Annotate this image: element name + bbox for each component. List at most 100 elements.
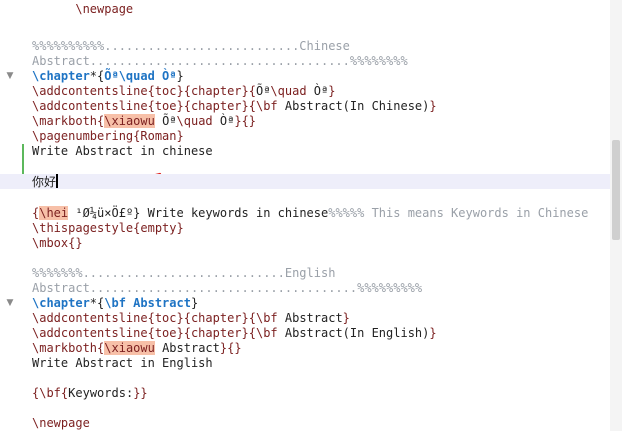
line-text: \newpage (32, 416, 90, 431)
code-token: } (176, 69, 184, 83)
code-token: %%%%% This means Keywords in Chinese (328, 206, 589, 220)
code-token: Òª (219, 114, 235, 128)
code-token: Abstract(In English) (284, 326, 430, 340)
code-token: \bf (255, 326, 285, 340)
current-line[interactable]: 你好 (0, 174, 610, 189)
code-token: \thispagestyle (32, 221, 134, 235)
code-line[interactable]: \mbox{} (0, 236, 610, 251)
line-text: {\hei ¹Ø¼ü×Ö£º} Write keywords in chines… (32, 206, 588, 221)
code-token: %%%%%%%............................Engli… (32, 266, 336, 280)
code-token: } (429, 99, 437, 113)
line-text: %%%%%%%............................Engli… (32, 266, 335, 281)
code-line[interactable]: ▼ \chapter*{\bf Abstract} (0, 296, 610, 311)
code-token: Abstract(In Chinese) (284, 99, 430, 113)
code-token: \quad (270, 84, 314, 98)
code-token: \chapter (32, 296, 90, 310)
code-token: {} (68, 236, 83, 250)
code-token: \mbox (32, 236, 69, 250)
code-line[interactable]: Write Abstract in English (0, 356, 610, 371)
code-token: Òª (313, 84, 329, 98)
code-token: Õª (255, 84, 271, 98)
code-token: {empty} (133, 221, 184, 235)
code-token: \newpage (32, 416, 90, 430)
line-text: \addcontentsline{toc}{chapter}{\bf Abstr… (32, 311, 350, 326)
code-token: } (342, 311, 350, 325)
text-cursor (56, 174, 59, 188)
code-token: \addcontentsline (32, 99, 148, 113)
code-token: } (429, 326, 437, 340)
code-token: {toc}{chapter}{ (147, 84, 256, 98)
line-text: \mbox{} (32, 236, 83, 251)
code-line[interactable]: Abstract................................… (0, 54, 610, 69)
code-token: \hei (39, 206, 69, 220)
code-line[interactable]: \thispagestyle{empty} (0, 221, 610, 236)
code-editor[interactable]: \newpage%%%%%%%%%%......................… (0, 0, 610, 431)
code-line[interactable]: {\hei ¹Ø¼ü×Ö£º} Write keywords in chines… (0, 206, 610, 221)
line-text: \addcontentsline{toe}{chapter}{\bf Abstr… (32, 99, 437, 114)
code-line[interactable]: \markboth{\xiaowu Õª\quad Òª}{} (0, 114, 610, 129)
fold-toggle-icon[interactable]: ▼ (4, 296, 16, 311)
code-line[interactable]: \newpage (0, 416, 610, 431)
code-token: Write Abstract in chinese (32, 144, 213, 158)
code-token: }{} (219, 341, 242, 355)
line-text: \pagenumbering{Roman} (32, 129, 184, 144)
line-text: \markboth{\xiaowu Õª\quad Òª}{} (32, 114, 256, 129)
line-text: {\bf{Keywords:}} (32, 386, 148, 401)
code-token: \bf (255, 99, 285, 113)
code-token: \pagenumbering (32, 129, 134, 143)
line-text: %%%%%%%%%%...........................Chi… (32, 39, 350, 54)
line-text: \addcontentsline{toe}{chapter}{\bf Abstr… (32, 326, 437, 341)
code-line[interactable]: {\bf{Keywords:}} (0, 386, 610, 401)
code-token: Abstract (284, 311, 343, 325)
code-token: *{ (89, 69, 105, 83)
code-token: \newpage (32, 2, 134, 16)
code-line[interactable]: %%%%%%%%%%...........................Chi… (0, 39, 610, 54)
code-token: Õª (154, 114, 177, 128)
fold-toggle-icon[interactable]: ▼ (4, 69, 16, 84)
line-text: \thispagestyle{empty} (32, 221, 184, 236)
code-line[interactable]: \markboth{\xiaowu Abstract}{} (0, 341, 610, 356)
code-token: Write Abstract in English (32, 356, 213, 370)
line-text: Abstract................................… (32, 54, 408, 69)
code-token: }} (133, 386, 148, 400)
code-token: \markboth (32, 341, 98, 355)
code-token: \chapter (32, 69, 90, 83)
code-token: \xiaowu (104, 114, 155, 128)
code-token: \bf Abstract (104, 296, 191, 310)
code-token: \addcontentsline (32, 84, 148, 98)
line-text: \markboth{\xiaowu Abstract}{} (32, 341, 242, 356)
line-text: \chapter*{Õª\quad Òª} (32, 69, 184, 84)
code-token: Abstract................................… (32, 281, 423, 295)
code-token: %%%%%%%%%%...........................Chi… (32, 39, 350, 53)
line-text: \chapter*{\bf Abstract} (32, 296, 198, 311)
code-token: \quad (176, 114, 220, 128)
line-text: 你好 (32, 174, 59, 190)
code-token: \addcontentsline (32, 326, 148, 340)
code-token: {toc}{chapter}{ (147, 311, 256, 325)
code-line[interactable]: %%%%%%%............................Engli… (0, 266, 610, 281)
vertical-scrollbar[interactable] (610, 0, 622, 431)
code-line[interactable]: \addcontentsline{toc}{chapter}{Õª\quad Ò… (0, 84, 610, 99)
code-line[interactable]: \pagenumbering{Roman} (0, 129, 610, 144)
code-token: \bf (255, 311, 285, 325)
line-text: \newpage (32, 2, 133, 17)
code-token: } (190, 296, 199, 310)
code-line[interactable]: \newpage (0, 2, 610, 17)
code-token: *{ (89, 296, 105, 310)
code-line[interactable]: \addcontentsline{toe}{chapter}{\bf Abstr… (0, 326, 610, 341)
code-token: \markboth (32, 114, 98, 128)
line-text: Abstract................................… (32, 281, 422, 296)
line-text: Write Abstract in chinese (32, 144, 213, 159)
code-line[interactable]: \addcontentsline{toc}{chapter}{\bf Abstr… (0, 311, 610, 326)
code-line[interactable]: Abstract................................… (0, 281, 610, 296)
code-token: }{} (234, 114, 257, 128)
code-token: {toe}{chapter}{ (147, 99, 256, 113)
code-line[interactable]: \addcontentsline{toe}{chapter}{\bf Abstr… (0, 99, 610, 114)
code-token: \bf (39, 386, 61, 400)
code-token: \xiaowu (104, 341, 155, 355)
scrollbar-thumb[interactable] (612, 140, 620, 240)
code-line[interactable]: Write Abstract in chinese (0, 144, 610, 159)
code-token: ¹Ø¼ü×Ö£º} Write keywords in chinese (68, 206, 329, 220)
code-token: {toe}{chapter}{ (147, 326, 256, 340)
code-line[interactable]: ▼ \chapter*{Õª\quad Òª} (0, 69, 610, 84)
